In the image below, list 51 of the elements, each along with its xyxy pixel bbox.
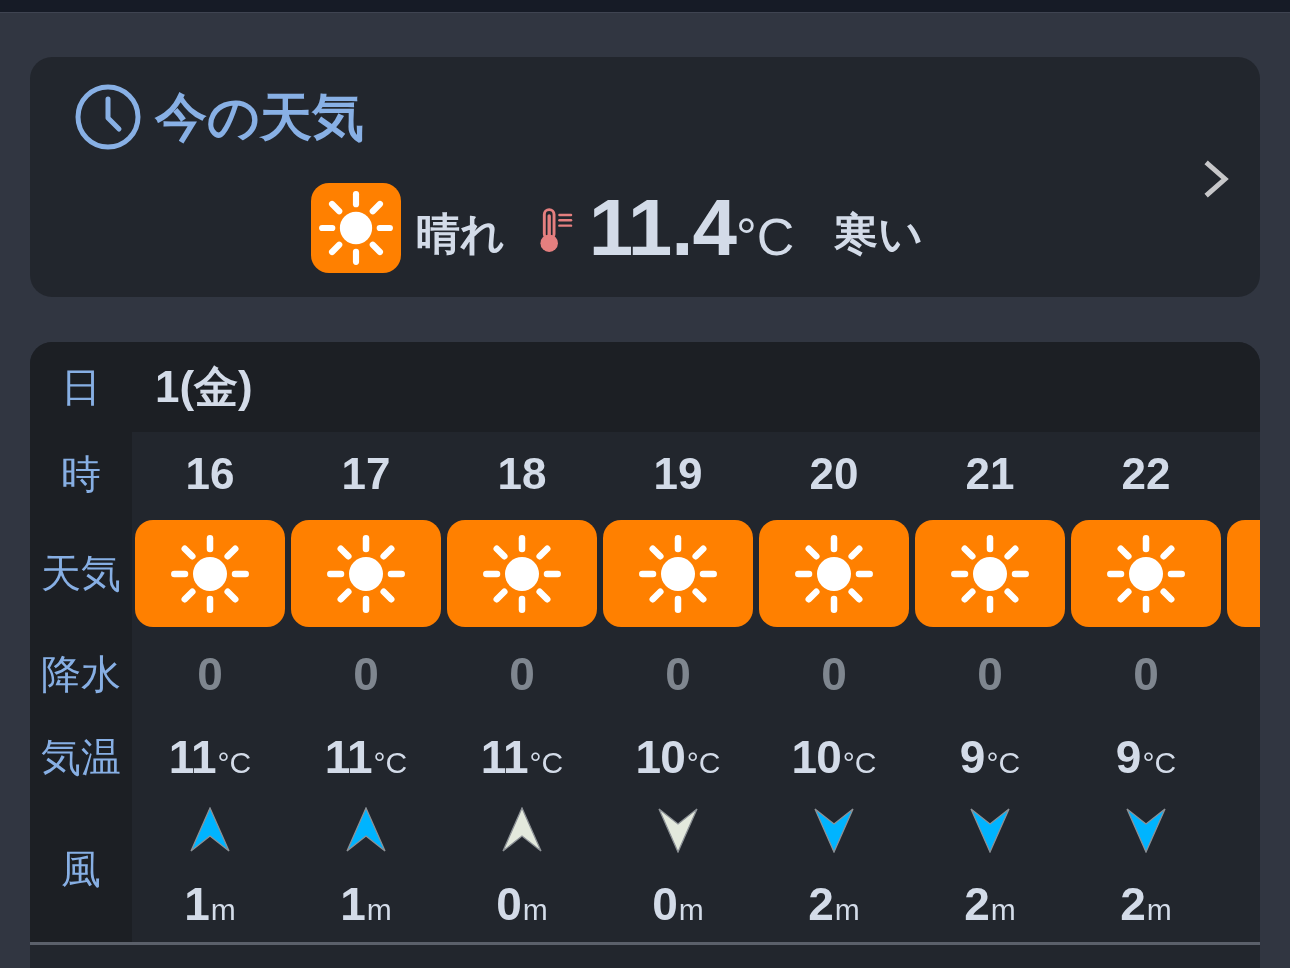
hour-text: 18 xyxy=(497,451,547,496)
row-label: 風 xyxy=(61,848,101,889)
clock-icon xyxy=(75,84,141,150)
hour-text: 22 xyxy=(1121,451,1171,496)
hour-text: 19 xyxy=(653,451,703,496)
temperature-value: 11°C xyxy=(168,733,252,780)
precipitation-value: 0 xyxy=(509,651,535,697)
wind-speed-value: 1m xyxy=(340,880,392,927)
sun-icon xyxy=(310,183,401,273)
wind-speed-value: 2m xyxy=(808,880,860,927)
hour-text: 20 xyxy=(809,451,859,496)
wind-speed-value: 2m xyxy=(1120,880,1172,927)
row-label: 天気 xyxy=(41,552,121,593)
temperature-value: 11.4°C xyxy=(588,188,795,268)
sun-icon xyxy=(135,520,285,627)
row-label: 降水 xyxy=(41,654,121,694)
wind-speed-value: 0m xyxy=(496,880,548,927)
row-label: 気温 xyxy=(41,736,121,777)
row-label: 日 xyxy=(61,367,101,407)
weather-condition-text: 晴れ xyxy=(415,212,505,256)
temperature-value: 9°C xyxy=(959,733,1021,780)
precipitation-value: 0 xyxy=(821,651,847,697)
feeling-text: 寒い xyxy=(834,212,924,256)
section-title: 今の天気 xyxy=(155,91,364,143)
temperature-value: 11°C xyxy=(480,733,564,780)
temperature-value: 10°C xyxy=(635,733,721,780)
date-text: 1(金) xyxy=(155,365,253,409)
precipitation-value: 0 xyxy=(353,651,379,697)
precipitation-value: 0 xyxy=(977,651,1003,697)
sun-icon xyxy=(603,520,753,627)
sun-icon xyxy=(447,520,597,627)
sun-icon xyxy=(1071,520,1221,627)
precipitation-value: 0 xyxy=(665,651,691,697)
precipitation-value: 0 xyxy=(1133,651,1159,697)
temperature-value: 9°C xyxy=(1115,733,1177,780)
temperature-value: 11°C xyxy=(324,733,408,780)
sun-icon xyxy=(291,520,441,627)
hour-text: 16 xyxy=(185,451,235,496)
row-label: 時 xyxy=(61,453,101,494)
thermometer-icon xyxy=(537,207,573,253)
wind-speed-value: 1m xyxy=(184,880,236,927)
sun-icon xyxy=(759,520,909,627)
precipitation-value: 0 xyxy=(197,651,223,697)
weather-tile-icon xyxy=(1227,520,1260,627)
wind-speed-value: 2m xyxy=(964,880,1016,927)
hour-text: 21 xyxy=(965,451,1015,496)
wind-speed-value: 0m xyxy=(652,880,704,927)
hour-text: 17 xyxy=(341,451,391,496)
sun-icon xyxy=(915,520,1065,627)
chevron-right-icon[interactable] xyxy=(1204,159,1230,198)
temperature-value: 10°C xyxy=(791,733,877,780)
